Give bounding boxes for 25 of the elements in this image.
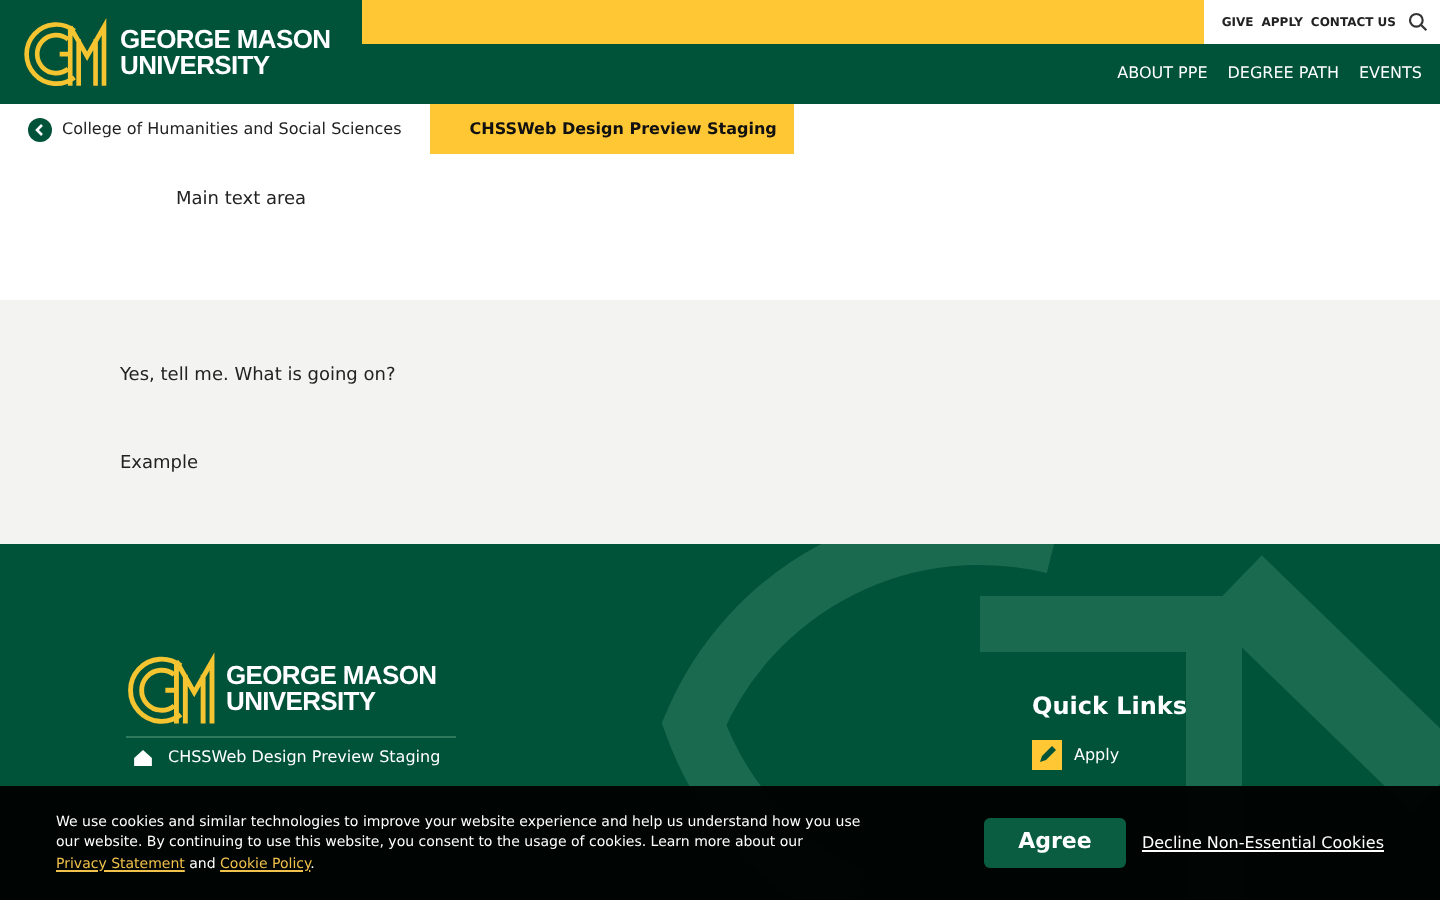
nav-link[interactable]: DEGREE PATH <box>1227 62 1339 86</box>
main-text: Main text area <box>176 188 309 214</box>
quick-links-heading: Quick Links <box>1032 690 1190 724</box>
paragraph-text: Example <box>120 451 201 477</box>
logo-text: UNIVERSITY <box>226 688 378 714</box>
logo-text: UNIVERSITY <box>120 52 272 78</box>
quick-link[interactable]: Apply <box>1032 740 1320 770</box>
decline-cookies-link[interactable]: Decline Non-Essential Cookies <box>1141 831 1384 855</box>
chevron-left-icon <box>28 117 52 141</box>
quick-link-text: Apply <box>1074 743 1120 767</box>
logo-text: GEORGE MASON <box>226 662 437 688</box>
nav-link[interactable]: EVENTS <box>1358 62 1422 86</box>
home-logo-link[interactable]: GEORGE MASON UNIVERSITY <box>0 0 362 104</box>
breadcrumb-link[interactable]: College of Humanities and Social Sciences <box>0 104 402 154</box>
edit-icon <box>1032 740 1062 770</box>
nav-link[interactable]: ABOUT PPE <box>1117 62 1208 86</box>
university-logo-icon <box>20 14 112 90</box>
search-icon[interactable] <box>1408 12 1428 32</box>
home-icon <box>134 750 152 766</box>
agree-button[interactable]: Agree <box>983 818 1126 868</box>
footer-site-link[interactable]: CHSSWeb Design Preview Staging <box>168 746 441 770</box>
university-logo-icon <box>126 648 218 728</box>
paragraph-text: Yes, tell me. What is going on? <box>120 364 398 390</box>
logo-text: GEORGE MASON <box>120 26 331 52</box>
breadcrumb-link[interactable]: CHSSWeb Design Preview Staging <box>429 104 794 154</box>
